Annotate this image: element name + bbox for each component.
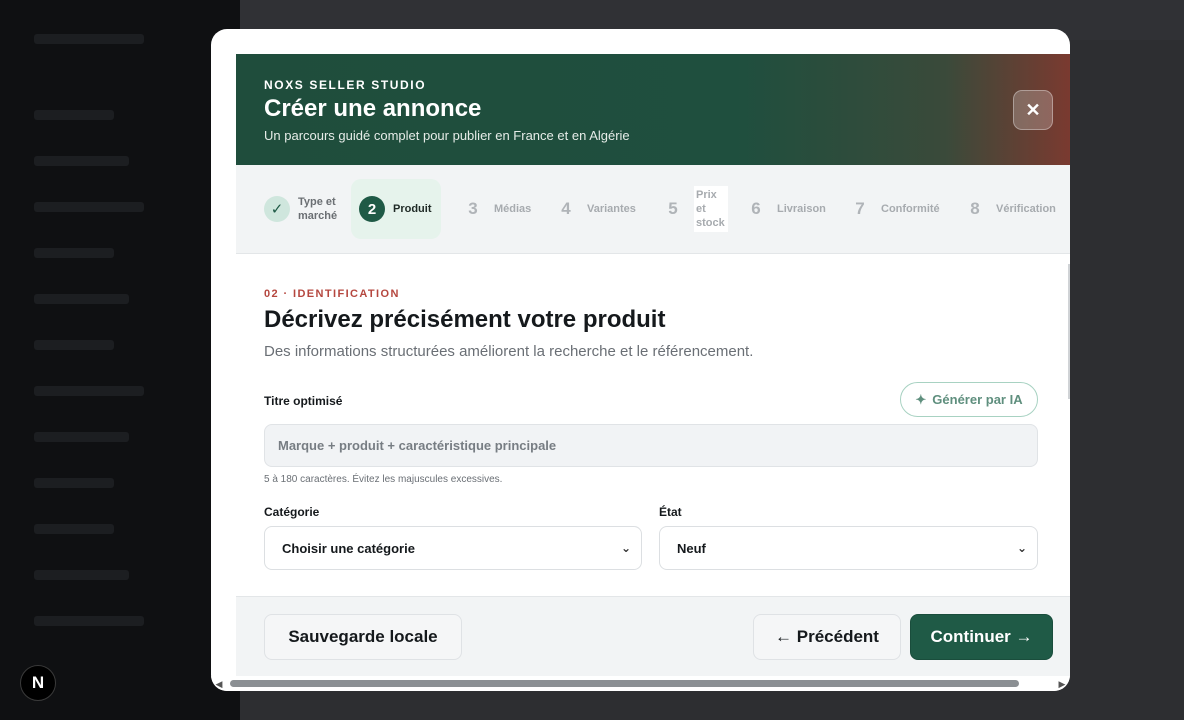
scrollbar-thumb[interactable] xyxy=(230,680,1019,687)
step-number: 7 xyxy=(855,199,865,218)
category-select[interactable]: Choisir une catégorie ⌄ xyxy=(264,526,642,570)
next-devtools-badge[interactable]: N xyxy=(20,665,56,701)
condition-value: Neuf xyxy=(677,540,706,556)
previous-button[interactable]: ← Précédent xyxy=(753,614,901,660)
condition-select[interactable]: Neuf ⌄ xyxy=(659,526,1038,570)
step-number: 8 xyxy=(970,199,980,218)
chevron-down-icon: ⌄ xyxy=(1016,541,1027,555)
create-listing-modal: NOXS SELLER STUDIO Créer une annonce Un … xyxy=(211,29,1070,691)
step-label: Prix et stock xyxy=(694,186,728,232)
horizontal-scrollbar[interactable]: ◀ ▶ xyxy=(211,676,1070,691)
step-label: Conformité xyxy=(881,203,940,215)
step-type-et-marche[interactable]: ✓ Type et marché xyxy=(256,179,354,239)
step-verification[interactable]: 8 Vérification xyxy=(954,179,1064,239)
modal-header: NOXS SELLER STUDIO Créer une annonce Un … xyxy=(236,54,1070,165)
title-label: Titre optimisé xyxy=(264,394,343,408)
title-input[interactable] xyxy=(264,424,1038,467)
close-icon: ✕ xyxy=(1025,99,1041,120)
modal-subtitle: Un parcours guidé complet pour publier e… xyxy=(264,128,630,143)
generate-ai-label: Générer par IA xyxy=(932,392,1023,407)
brand-label: NOXS SELLER STUDIO xyxy=(264,78,427,92)
section-heading: Décrivez précisément votre produit xyxy=(264,306,666,333)
step-number: 3 xyxy=(468,199,478,218)
generate-ai-button[interactable]: ✦ Générer par IA xyxy=(900,382,1038,417)
step-medias[interactable]: 3 Médias xyxy=(452,179,539,239)
step-label: Variantes xyxy=(587,203,636,215)
scroll-right-icon[interactable]: ▶ xyxy=(1056,678,1068,690)
section-eyebrow: 02 · IDENTIFICATION xyxy=(264,288,400,300)
category-label: Catégorie xyxy=(264,505,320,519)
step-livraison[interactable]: 6 Livraison xyxy=(735,179,834,239)
step-navigation: ✓ Type et marché 2 Produit 3 Médias 4 Va… xyxy=(236,165,1070,254)
form-content: 02 · IDENTIFICATION Décrivez précisément… xyxy=(236,254,1070,596)
step-prix-et-stock[interactable]: 5 Prix et stock xyxy=(652,179,736,239)
step-produit[interactable]: 2 Produit xyxy=(351,179,441,239)
step-label: Type et marché xyxy=(298,196,338,222)
close-button[interactable]: ✕ xyxy=(1013,90,1053,130)
save-local-button[interactable]: Sauvegarde locale xyxy=(264,614,462,660)
check-icon: ✓ xyxy=(264,196,290,222)
step-label: Vérification xyxy=(996,203,1056,215)
title-hint: 5 à 180 caractères. Évitez les majuscule… xyxy=(264,474,503,485)
step-label: Livraison xyxy=(777,203,826,215)
modal-title: Créer une annonce xyxy=(264,95,482,122)
condition-label: État xyxy=(659,505,682,519)
step-number: 6 xyxy=(751,199,761,218)
sparkle-icon: ✦ xyxy=(915,391,927,407)
step-number: 2 xyxy=(359,196,385,222)
step-number: 5 xyxy=(668,199,678,218)
step-label: Médias xyxy=(494,203,532,215)
modal-footer: Sauvegarde locale ← Précédent Continuer … xyxy=(236,596,1070,676)
section-lead: Des informations structurées améliorent … xyxy=(264,343,754,360)
step-conformite[interactable]: 7 Conformité xyxy=(839,179,948,239)
scroll-left-icon[interactable]: ◀ xyxy=(213,678,225,690)
step-variantes[interactable]: 4 Variantes xyxy=(545,179,644,239)
continue-button[interactable]: Continuer → xyxy=(910,614,1053,660)
vertical-scrollbar[interactable] xyxy=(1068,264,1070,399)
step-number: 4 xyxy=(561,199,571,218)
step-label: Produit xyxy=(393,203,432,215)
chevron-down-icon: ⌄ xyxy=(620,541,631,555)
category-value: Choisir une catégorie xyxy=(282,540,415,556)
background-sidebar xyxy=(0,0,240,720)
